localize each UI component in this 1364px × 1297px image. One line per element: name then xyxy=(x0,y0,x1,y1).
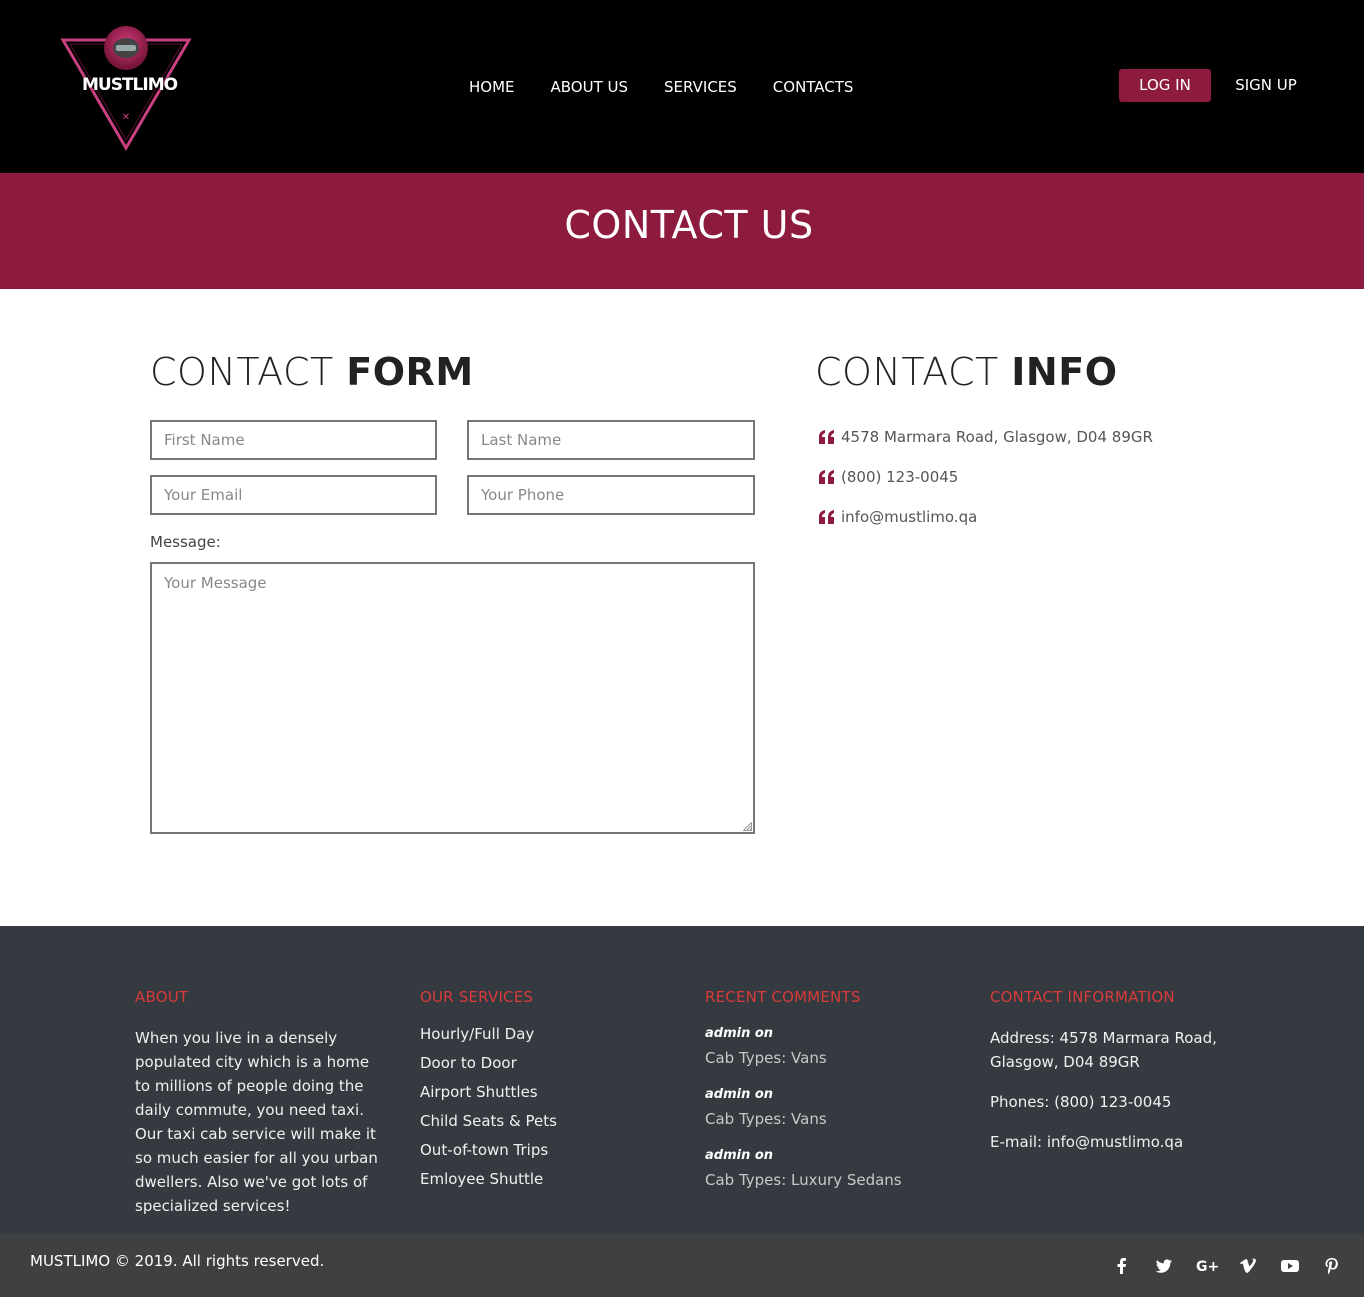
facebook-icon[interactable] xyxy=(1112,1256,1132,1276)
info-email: info@mustlimo.qa xyxy=(818,508,977,526)
nav-home[interactable]: HOME xyxy=(451,73,533,101)
email-field[interactable]: Your Email xyxy=(150,475,437,515)
pinterest-icon[interactable] xyxy=(1322,1256,1342,1276)
footer-bottom-bar: MUSTLIMO © 2019. All rights reserved. G+ xyxy=(0,1234,1364,1297)
message-label: Message: xyxy=(150,533,221,551)
site-footer: ABOUT When you live in a densely populat… xyxy=(0,926,1364,1234)
last-name-field[interactable]: Last Name xyxy=(467,420,755,460)
nav-about-us[interactable]: ABOUT US xyxy=(533,73,647,101)
footer-services-heading: OUR SERVICES xyxy=(420,988,534,1006)
footer-phones: Phones: (800) 123-0045 xyxy=(990,1093,1172,1111)
contact-info-title: CONTACT INFO xyxy=(815,350,1118,394)
resize-grip-icon[interactable] xyxy=(743,822,752,831)
footer-comments-heading: RECENT COMMENTS xyxy=(705,988,861,1006)
info-phone-text: (800) 123-0045 xyxy=(841,468,959,486)
footer-about-text: When you live in a densely populated cit… xyxy=(135,1029,378,1215)
info-email-text[interactable]: info@mustlimo.qa xyxy=(841,508,977,526)
message-placeholder: Your Message xyxy=(164,574,267,592)
contact-form-title-light: CONTACT xyxy=(150,350,347,394)
footer-contact-heading: CONTACT INFORMATION xyxy=(990,988,1175,1006)
footer-services: OUR SERVICES Hourly/Full Day Door to Doo… xyxy=(420,988,557,1194)
comment-link[interactable]: Cab Types: Luxury Sedans xyxy=(705,1171,902,1189)
service-link[interactable]: Child Seats & Pets xyxy=(420,1107,557,1136)
footer-about: ABOUT When you live in a densely populat… xyxy=(135,988,387,1218)
contact-info-title-light: CONTACT xyxy=(815,350,1012,394)
footer-email: E-mail: info@mustlimo.qa xyxy=(990,1133,1184,1151)
contact-form-title-bold: FORM xyxy=(346,350,474,394)
contact-form-title: CONTACT FORM xyxy=(150,350,474,394)
nav-services[interactable]: SERVICES xyxy=(646,73,755,101)
quote-icon xyxy=(818,509,836,525)
logo-wordmark: MUSTLIMO xyxy=(82,75,178,95)
quote-icon xyxy=(818,429,836,445)
social-links: G+ xyxy=(1112,1256,1342,1276)
comment-link[interactable]: Cab Types: Vans xyxy=(705,1049,902,1067)
comment-link[interactable]: Cab Types: Vans xyxy=(705,1110,902,1128)
comment-item: admin on Cab Types: Luxury Sedans xyxy=(705,1148,902,1189)
page-banner: CONTACT US xyxy=(0,173,1364,289)
service-link[interactable]: Emloyee Shuttle xyxy=(420,1165,557,1194)
comment-author: admin on xyxy=(705,1087,774,1102)
main-nav: HOME ABOUT US SERVICES CONTACTS xyxy=(451,73,871,101)
footer-comments: RECENT COMMENTS admin on Cab Types: Vans… xyxy=(705,988,902,1209)
nav-contacts[interactable]: CONTACTS xyxy=(755,73,872,101)
service-link[interactable]: Out-of-town Trips xyxy=(420,1136,557,1165)
contact-info-title-bold: INFO xyxy=(1011,350,1118,394)
copyright-text: MUSTLIMO © 2019. All rights reserved. xyxy=(30,1252,325,1270)
info-address: 4578 Marmara Road, Glasgow, D04 89GR xyxy=(818,428,1153,446)
comment-author: admin on xyxy=(705,1148,774,1163)
phone-field[interactable]: Your Phone xyxy=(467,475,755,515)
site-header: ✕ MUSTLIMO HOME ABOUT US SERVICES CONTAC… xyxy=(0,0,1364,173)
page-title: CONTACT US xyxy=(564,203,814,247)
service-link[interactable]: Hourly/Full Day xyxy=(420,1020,557,1049)
quote-icon xyxy=(818,469,836,485)
footer-about-heading: ABOUT xyxy=(135,988,189,1006)
first-name-field[interactable]: First Name xyxy=(150,420,437,460)
svg-text:G+: G+ xyxy=(1196,1259,1218,1275)
svg-text:✕: ✕ xyxy=(122,112,130,123)
vimeo-icon[interactable] xyxy=(1238,1256,1258,1276)
twitter-icon[interactable] xyxy=(1154,1256,1174,1276)
mustlimo-logo[interactable]: ✕ MUSTLIMO xyxy=(60,20,192,152)
comment-item: admin on Cab Types: Vans xyxy=(705,1026,902,1067)
signup-button[interactable]: SIGN UP xyxy=(1223,69,1309,102)
footer-address: Address: 4578 Marmara Road, Glasgow, D04… xyxy=(990,1029,1217,1071)
service-link[interactable]: Airport Shuttles xyxy=(420,1078,557,1107)
service-link[interactable]: Door to Door xyxy=(420,1049,557,1078)
info-phone: (800) 123-0045 xyxy=(818,468,958,486)
message-textarea[interactable]: Your Message xyxy=(150,562,755,834)
youtube-icon[interactable] xyxy=(1280,1256,1300,1276)
comment-item: admin on Cab Types: Vans xyxy=(705,1087,902,1128)
login-button[interactable]: LOG IN xyxy=(1119,69,1211,102)
footer-contact: CONTACT INFORMATION Address: 4578 Marmar… xyxy=(990,988,1230,1170)
comment-author: admin on xyxy=(705,1026,774,1041)
google-plus-icon[interactable]: G+ xyxy=(1196,1256,1218,1276)
info-address-text: 4578 Marmara Road, Glasgow, D04 89GR xyxy=(841,428,1153,446)
